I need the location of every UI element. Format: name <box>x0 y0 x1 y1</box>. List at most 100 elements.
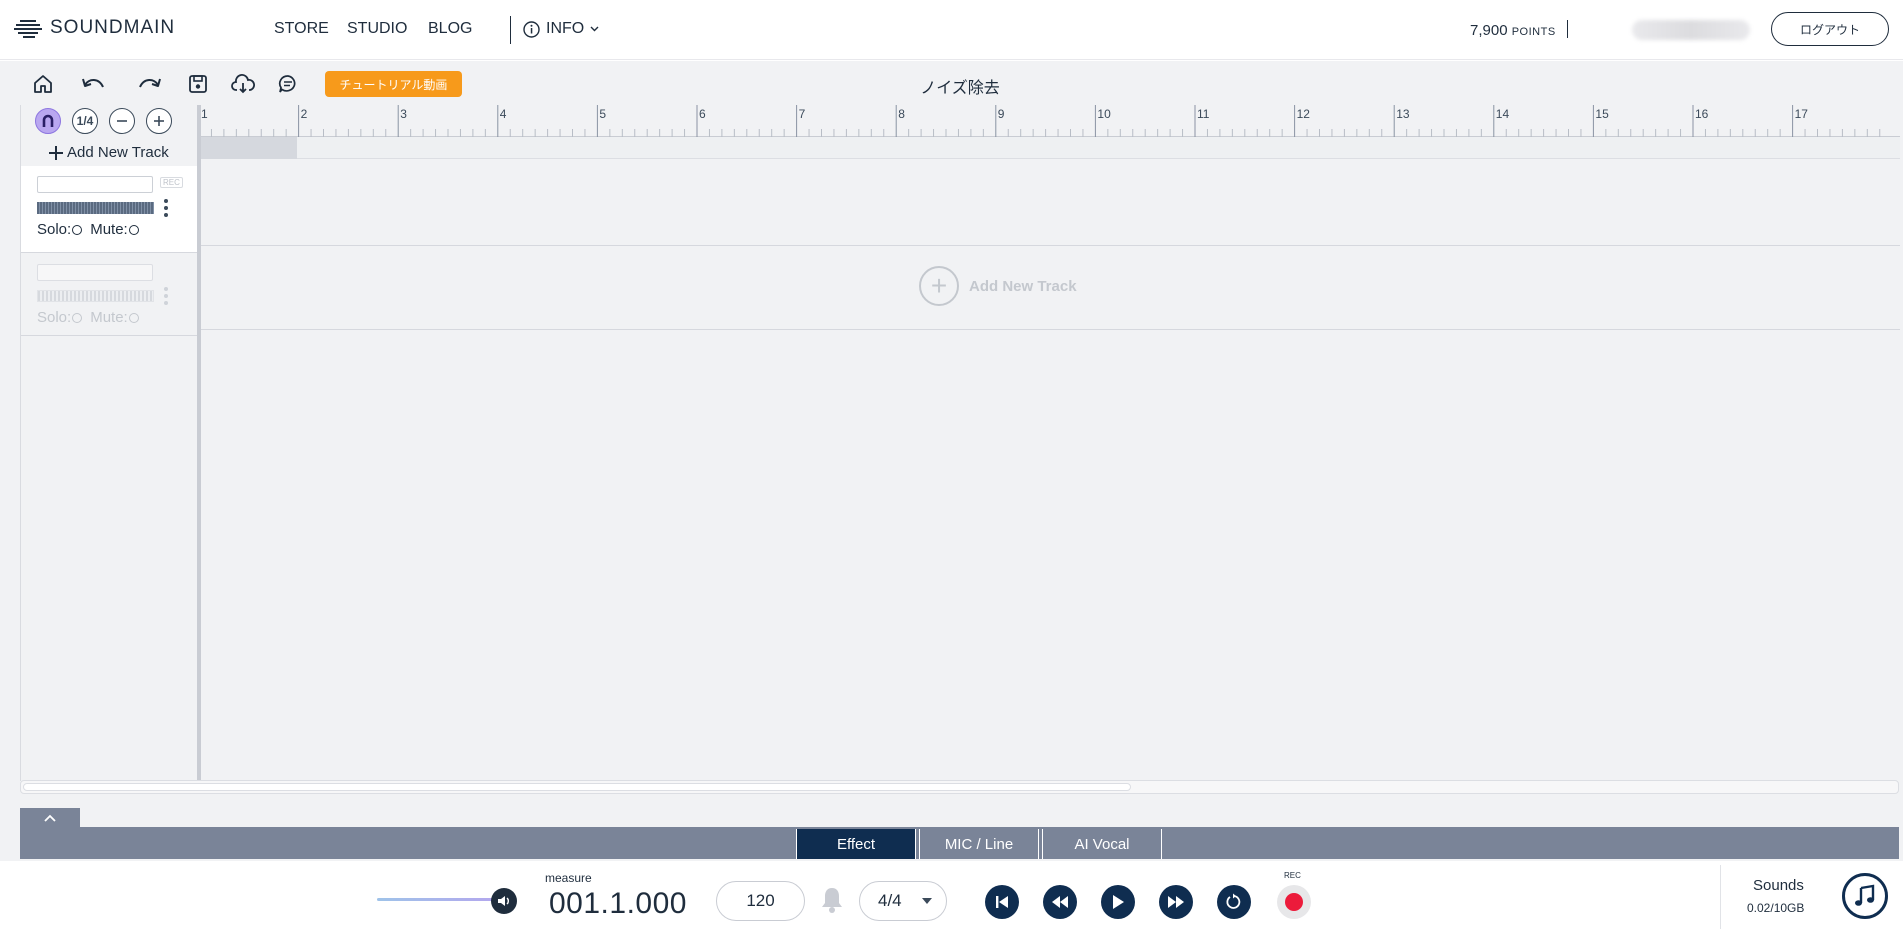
project-title: ノイズ除去 <box>920 80 1000 97</box>
nav-blog-link[interactable]: BLOG <box>428 20 472 38</box>
track-header-placeholder: Solo: Mute: <box>21 254 197 336</box>
track-header: REC Solo: Mute: <box>21 166 197 253</box>
solo-toggle: Solo: <box>37 309 83 326</box>
ruler-bar-number: 5 <box>599 107 607 121</box>
ruler-bar-number: 10 <box>1097 107 1111 121</box>
add-new-track-button[interactable]: Add New Track <box>49 144 169 161</box>
tab-mic-line[interactable]: MIC / Line <box>919 829 1039 859</box>
loop-button[interactable] <box>1217 885 1251 919</box>
timeline[interactable]: 1 2 3 4 5 6 7 8 9 10 11 12 13 14 15 16 17 + Add New Trac… <box>199 105 1900 781</box>
lane-add-new-track-button[interactable]: + Add New Track <box>919 266 1077 306</box>
solo-circle-icon <box>72 225 83 236</box>
ruler-bar-number: 16 <box>1695 107 1709 121</box>
username-blurred <box>1632 20 1750 40</box>
redo-icon[interactable] <box>136 71 162 97</box>
tempo-input[interactable]: 120 <box>716 881 805 921</box>
tab-effect[interactable]: Effect <box>796 829 916 859</box>
points-separator <box>1567 20 1568 38</box>
quantize-button[interactable]: 1/4 <box>72 108 98 134</box>
snap-magnet-button[interactable] <box>35 108 61 134</box>
zoom-controls: 1/4 <box>21 105 197 137</box>
horizontal-scrollbar[interactable] <box>20 780 1899 794</box>
ruler-bar-number: 9 <box>997 107 1005 121</box>
studio-area: チュートリアル動画 ノイズ除去 1/4 Add New Track REC So… <box>0 61 1903 861</box>
track-rec-badge[interactable]: REC <box>160 177 183 188</box>
home-icon[interactable] <box>30 71 56 97</box>
time-signature-select[interactable]: 4/4 <box>859 881 947 921</box>
ruler-bar-number: 12 <box>1296 107 1310 121</box>
loop-region[interactable] <box>199 137 297 159</box>
track-menu-icon <box>163 287 169 305</box>
measure-value: 001.1.000 <box>549 887 687 920</box>
music-note-icon[interactable] <box>1842 873 1888 919</box>
playhead[interactable] <box>199 105 201 781</box>
logout-button[interactable]: ログアウト <box>1771 12 1889 46</box>
cloud-download-icon[interactable] <box>230 71 256 97</box>
fast-forward-icon <box>1168 896 1184 908</box>
mute-circle-icon <box>128 313 139 324</box>
ruler-bar-number: 13 <box>1396 107 1410 121</box>
mute-toggle[interactable]: Mute: <box>90 221 139 238</box>
master-volume-slider[interactable] <box>377 898 502 901</box>
loop-icon <box>1226 893 1241 909</box>
top-nav: SOUNDMAIN STORE STUDIO BLOG INFO 7,900 P… <box>0 0 1903 60</box>
ruler-bar-number: 1 <box>201 107 208 121</box>
volume-icon[interactable] <box>491 888 517 914</box>
ruler-bar-number: 7 <box>798 107 806 121</box>
info-label: INFO <box>546 20 585 37</box>
nav-store-link[interactable]: STORE <box>274 20 329 38</box>
skip-back-icon <box>996 896 1008 908</box>
panel-collapse-button[interactable] <box>20 808 80 828</box>
track-volume-meter <box>37 290 154 302</box>
points-unit: POINTS <box>1511 26 1556 38</box>
track-lane[interactable] <box>199 159 1900 246</box>
skip-to-start-button[interactable] <box>985 885 1019 919</box>
rewind-icon <box>1052 896 1068 908</box>
rewind-button[interactable] <box>1043 885 1077 919</box>
tab-ai-vocal[interactable]: AI Vocal <box>1042 829 1162 859</box>
plus-icon <box>49 145 63 160</box>
track-volume-meter[interactable] <box>37 202 154 214</box>
ruler-bar-number: 6 <box>699 107 706 121</box>
zoom-out-button[interactable] <box>109 108 135 134</box>
track-solo-mute: Solo: Mute: <box>37 221 139 238</box>
mute-toggle: Mute: <box>90 309 139 326</box>
undo-icon[interactable] <box>81 71 107 97</box>
scrollbar-thumb[interactable] <box>23 783 1131 791</box>
plus-circle-icon: + <box>919 266 959 306</box>
track-lane-empty: + Add New Track <box>199 246 1900 330</box>
caret-down-icon <box>922 898 932 904</box>
solo-toggle[interactable]: Solo: <box>37 221 83 238</box>
play-button[interactable] <box>1101 885 1135 919</box>
ruler-bar-number: 4 <box>499 107 507 121</box>
track-solo-mute: Solo: Mute: <box>37 309 139 326</box>
timeline-ruler[interactable]: 1 2 3 4 5 6 7 8 9 10 11 12 13 14 15 16 17 <box>199 105 1900 137</box>
nav-studio-link[interactable]: STUDIO <box>347 20 407 38</box>
play-icon <box>1113 895 1124 909</box>
ruler-bar-number: 2 <box>300 107 308 121</box>
chevron-up-icon <box>44 814 56 822</box>
track-menu-icon[interactable] <box>163 199 169 217</box>
tutorial-video-button[interactable]: チュートリアル動画 <box>325 71 462 97</box>
soundmain-logo[interactable]: SOUNDMAIN <box>14 16 175 40</box>
comment-icon[interactable] <box>275 71 301 97</box>
points-value: 7,900 <box>1470 22 1508 39</box>
transport-bar: measure 001.1.000 120 4/4 REC Sounds 0.0… <box>0 861 1903 929</box>
ruler-bar-number: 14 <box>1495 107 1510 121</box>
fast-forward-button[interactable] <box>1159 885 1193 919</box>
plus-icon <box>154 116 164 126</box>
studio-toolbar: チュートリアル動画 ノイズ除去 <box>0 61 1903 105</box>
ruler-bar-number: 11 <box>1197 107 1210 121</box>
chevron-down-icon <box>590 26 599 32</box>
record-button[interactable] <box>1277 885 1311 919</box>
info-menu[interactable]: INFO <box>523 20 599 38</box>
record-icon <box>1285 893 1303 911</box>
save-icon[interactable] <box>185 71 211 97</box>
metronome-bell-icon[interactable] <box>820 886 844 914</box>
sounds-label: Sounds <box>1753 877 1804 894</box>
track-name-input[interactable] <box>37 176 153 193</box>
ruler-bar-number: 8 <box>898 107 905 121</box>
loop-lane[interactable] <box>199 137 1900 159</box>
zoom-in-button[interactable] <box>146 108 172 134</box>
mute-circle-icon <box>128 225 139 236</box>
